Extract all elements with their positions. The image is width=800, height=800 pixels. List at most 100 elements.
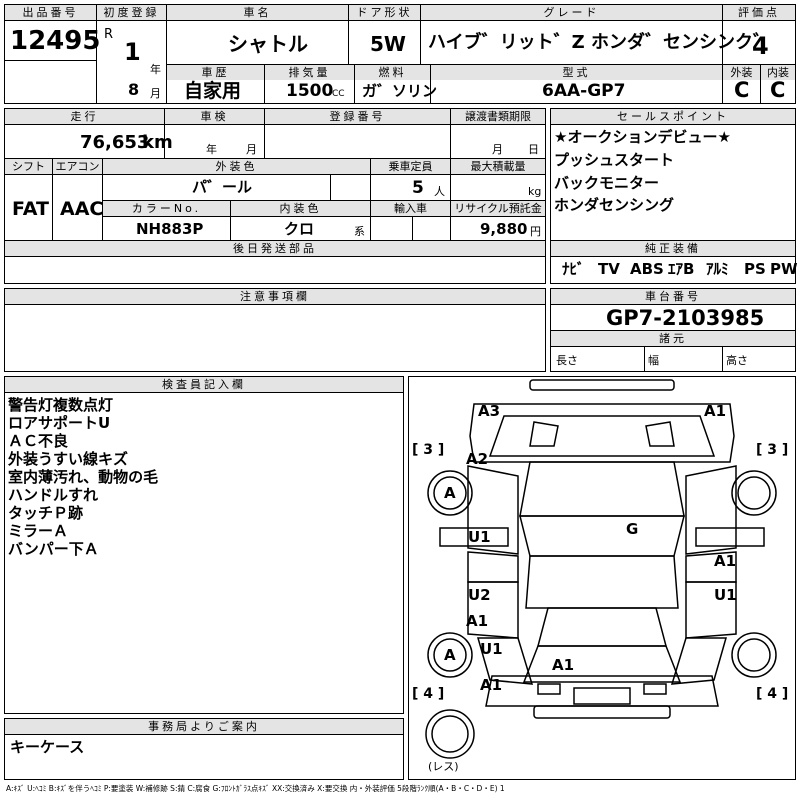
color-label: 外装色 [103,159,370,174]
damage-mark: A [444,484,456,502]
inspector-line: 室内薄汚れ、動物の毛 [8,468,159,486]
transfer-label: 譲渡書類期限 [451,109,545,124]
color-no: NH883P [136,220,204,238]
auction-sheet: { "header": { "lot_no_label": "出品番号", "l… [0,0,800,800]
damage-marks: A3 A1 A2 A G U1 A1 U2 A1 U1 A U1 A1 A1 [444,402,737,694]
era: R [104,27,114,42]
transfer-month-unit: 月 [492,143,503,156]
damage-mark: A1 [704,402,726,420]
sales-point-item: ★オークションデビュー★ [554,128,731,146]
grade: ハイブ゛リット゛Z ホンダ゛センシンク゛ [428,32,771,53]
damage-mark: A [444,646,456,664]
car-name: シャトル [228,32,308,56]
damage-mark: G [626,520,638,538]
shift-label: シフト [5,159,52,174]
lot-no-label: 出品番号 [5,5,96,20]
inspector-line: ミラーＡ [8,522,69,540]
car-name-label: 車名 [167,5,348,20]
reg-year: 1 [124,38,141,66]
reg-year-unit: 年 [150,63,161,76]
equipment-item: TV [598,260,620,278]
office-text: キーケース [10,738,85,756]
door-type: 5W [370,32,406,56]
tire-tread: [ 4 ] [756,686,788,702]
int-color: クロ [284,220,315,238]
lot-number: 12495 [10,26,101,56]
vehicle-info-block [4,108,546,242]
reg-month: 8 [128,80,140,99]
sales-points-label: セールスポイント [551,109,795,124]
inspector-line: バンパー下Ａ [8,540,99,558]
spec-width-label: 幅 [648,354,659,367]
sales-point-item: プッシュスタート [554,151,675,169]
model-label: 型式 [431,65,722,80]
damage-mark: A3 [478,402,500,420]
car-outline-svg: A3 A1 A2 A G U1 A1 U2 A1 U1 A U1 A1 A1 [… [412,379,788,773]
sales-point-item: ホンダセンシング [554,196,675,214]
history-label: 車歴 [167,65,264,80]
equipment-item: ｱﾙﾐ [706,260,729,278]
damage-mark: A1 [466,612,488,630]
load-label: 最大積載量 [451,159,545,174]
equipment-item: PW [770,260,798,278]
history: 自家用 [184,80,242,102]
model: 6AA-GP7 [542,81,626,101]
transfer-day-unit: 日 [528,143,539,156]
score: 4 [752,32,769,60]
tire-tread: [ 3 ] [412,442,444,458]
inspector-line: ロアサポートU [8,414,111,432]
damage-mark: U1 [468,528,491,546]
interior-grade: C [770,78,786,102]
inspector-line: 外装うすい線キズ [8,450,129,468]
recycle-label: リサイクル預託金 [451,201,545,216]
displacement: 1500 [286,81,334,101]
load-unit: kg [528,185,542,198]
reg-month-unit: 月 [150,87,161,100]
tire-tread: [ 4 ] [412,686,444,702]
damage-mark: U2 [468,586,491,604]
inspection-year-unit: 年 [206,143,217,156]
car-outline [439,379,765,719]
equipment-label: 純正装備 [551,241,795,256]
inspection-month-unit: 月 [246,143,257,156]
shift: FAT [12,198,49,220]
capacity-label: 乗車定員 [371,159,450,174]
damage-mark: A1 [480,676,502,694]
equipment-item: PS [744,260,766,278]
ac: AAC [60,198,104,220]
inspection-label: 車検 [165,109,264,124]
spec-length-label: 長さ [556,354,578,367]
chassis-label: 車台番号 [551,289,795,304]
damage-mark: A2 [466,450,488,468]
later-parts-label: 後日発送部品 [5,241,545,256]
mileage-unit: km [142,132,173,153]
int-color-unit: 系 [354,225,365,238]
equipment-item: ABS [630,260,664,278]
exterior-grade: C [734,78,750,102]
reg-no-label: 登録番号 [265,109,450,124]
recycle-unit: 円 [530,225,541,238]
damage-mark: A1 [552,656,574,674]
inspector-line: 警告灯複数点灯 [8,396,114,414]
mileage-label: 走行 [5,109,164,124]
inspector-label: 検査員記入欄 [5,377,403,392]
first-reg-label: 初度登録 [97,5,166,20]
office-label: 事務局よりご案内 [5,719,403,734]
import-label: 輸入車 [371,201,450,216]
inspector-line: ハンドルすれ [8,486,99,504]
displacement-label: 排気量 [265,65,354,80]
legend: A:ｷｽﾞ U:ﾍｺﾐ B:ｷｽﾞを伴うﾍｺﾐ P:要塗装 W:補修跡 S:錆 … [6,784,505,793]
tire-tread: [ 3 ] [756,442,788,458]
score-label: 評価点 [723,5,795,20]
recycle-deposit: 9,880 [480,220,528,238]
fuel-label: 燃料 [355,65,430,80]
spec-height-label: 高さ [726,354,748,367]
color-no-label: カラーNo. [103,201,230,216]
capacity: 5 [412,178,424,198]
int-color-label: 内装色 [231,201,370,216]
inspector-line: ＡＣ不良 [8,432,69,450]
equipment-item: ｴｱB [668,260,695,278]
equipment-item: ﾅﾋﾞ [562,260,585,278]
notes-label: 注意事項欄 [5,289,545,304]
sales-point-item: バックモニター [554,174,660,192]
